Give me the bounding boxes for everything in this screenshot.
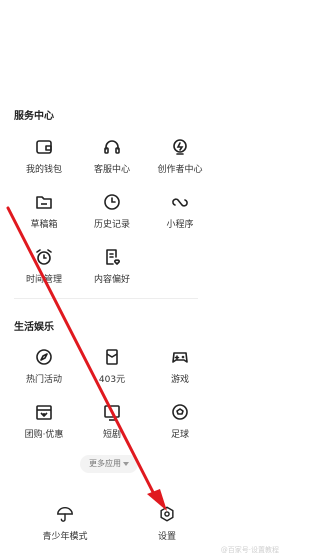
section-divider [14, 298, 198, 299]
alarm-icon [36, 249, 52, 265]
lightbulb-icon [173, 139, 187, 155]
teen-mode-label: 青少年模式 [42, 532, 88, 542]
wallet-icon [36, 140, 52, 154]
section-title-services: 服务中心 [14, 111, 54, 122]
settings-button[interactable]: 设置 [127, 505, 207, 542]
gamepad-icon [172, 352, 188, 363]
compass-icon [36, 349, 52, 365]
life-item-football[interactable]: 足球 [146, 402, 214, 440]
more-apps-button[interactable]: 更多应用 [80, 455, 138, 473]
life-item-hot-events[interactable]: 热门活动 [10, 347, 78, 385]
life-item-label: 热门活动 [25, 375, 62, 385]
football-icon [172, 404, 188, 420]
service-item-wallet[interactable]: 我的钱包 [10, 137, 78, 175]
hexagon-gear-icon [160, 506, 174, 522]
life-item-label: 短剧 [102, 430, 121, 440]
headset-icon [104, 140, 120, 154]
tv-icon [104, 405, 120, 421]
service-item-mini-programs[interactable]: 小程序 [146, 192, 214, 230]
chevron-down-icon [123, 461, 129, 466]
life-item-games[interactable]: 游戏 [146, 347, 214, 385]
service-item-label: 草稿箱 [30, 220, 58, 230]
service-item-creator-center[interactable]: 创作者中心 [146, 137, 214, 175]
coupon-icon [36, 405, 52, 420]
settings-label: 设置 [157, 532, 176, 542]
life-item-short-drama[interactable]: 短剧 [78, 402, 146, 440]
red-envelope-icon [106, 349, 118, 365]
life-item-label: 足球 [170, 430, 189, 440]
folder-icon [36, 196, 52, 209]
life-item-label: 游戏 [170, 375, 189, 385]
preference-icon [106, 249, 120, 265]
umbrella-icon [57, 507, 73, 522]
service-item-label: 内容偏好 [93, 275, 130, 285]
section-title-life: 生活娱乐 [14, 322, 54, 333]
service-item-drafts[interactable]: 草稿箱 [10, 192, 78, 230]
infinity-icon [172, 198, 188, 207]
teen-mode-button[interactable]: 青少年模式 [25, 505, 105, 542]
more-apps-label: 更多应用 [89, 459, 121, 468]
service-item-label: 我的钱包 [25, 165, 62, 175]
service-item-label: 小程序 [166, 220, 194, 230]
life-item-red-envelope[interactable]: 403元 [78, 347, 146, 385]
service-item-label: 客服中心 [93, 165, 130, 175]
life-item-label: 403元 [98, 375, 126, 385]
service-item-history[interactable]: 历史记录 [78, 192, 146, 230]
service-item-time-management[interactable]: 时间管理 [10, 247, 78, 285]
service-item-content-preference[interactable]: 内容偏好 [78, 247, 146, 285]
clock-icon [104, 194, 120, 210]
service-item-label: 历史记录 [93, 220, 130, 230]
life-item-label: 团购·优惠 [24, 430, 64, 440]
service-item-customer-service[interactable]: 客服中心 [78, 137, 146, 175]
life-item-group-buy[interactable]: 团购·优惠 [10, 402, 78, 440]
watermark: @百家号·设置教程 [220, 546, 279, 554]
service-item-label: 创作者中心 [157, 165, 203, 175]
service-item-label: 时间管理 [25, 275, 62, 285]
